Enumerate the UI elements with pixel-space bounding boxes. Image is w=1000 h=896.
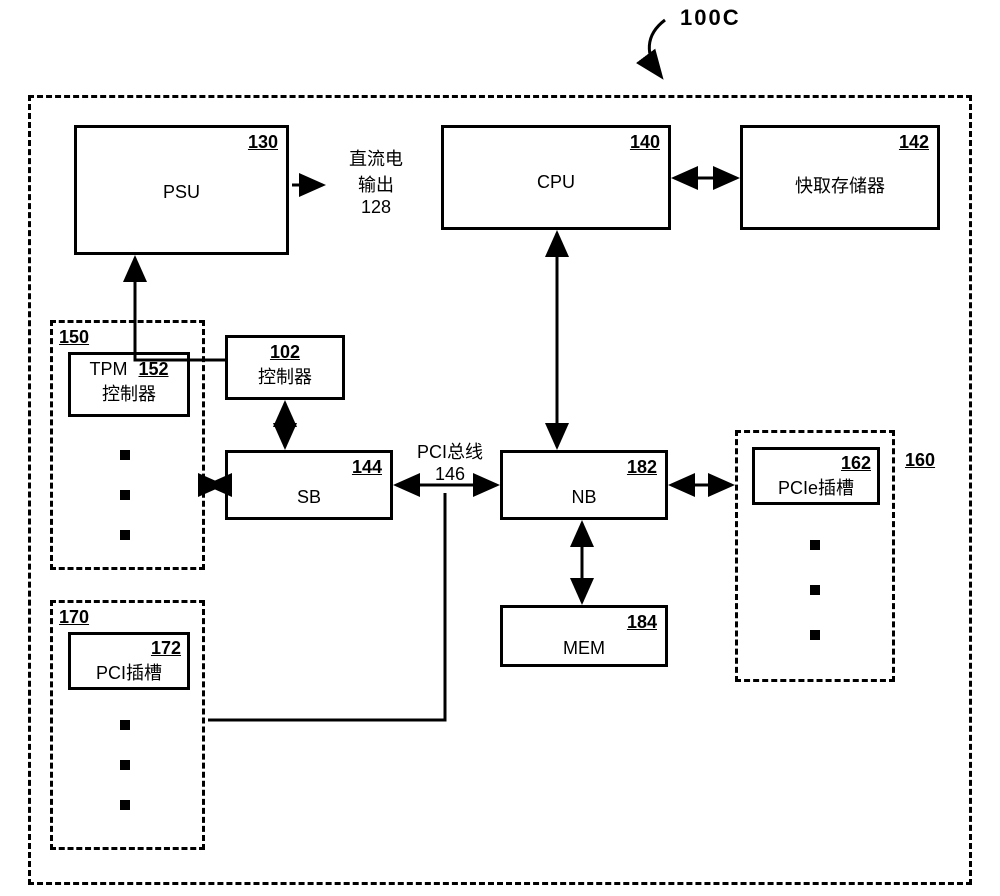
ellipsis-dot	[120, 760, 130, 770]
cpu-ref: 140	[630, 132, 660, 153]
block-tpm: TPM 152 控制器	[68, 352, 190, 417]
dc-output-line1: 直流电	[326, 145, 426, 171]
controller-ref: 102	[228, 342, 342, 363]
ellipsis-dot	[120, 490, 130, 500]
ellipsis-dot	[120, 720, 130, 730]
pci-slot-label: PCI插槽	[71, 659, 187, 685]
tpm-label: TPM	[89, 359, 127, 379]
ellipsis-dot	[120, 450, 130, 460]
pci-bus-label-group: PCI总线 146	[400, 438, 500, 485]
block-psu: 130 PSU	[74, 125, 289, 255]
block-pcie-slot: 162 PCIe插槽	[752, 447, 880, 505]
pcie-group-ref: 160	[905, 450, 935, 471]
ellipsis-dot	[120, 800, 130, 810]
ellipsis-dot	[810, 540, 820, 550]
cpu-label: CPU	[444, 172, 668, 193]
tpm-group-ref: 150	[59, 327, 89, 348]
controller-label: 控制器	[228, 363, 342, 389]
block-cache: 142 快取存储器	[740, 125, 940, 230]
block-controller: 102 控制器	[225, 335, 345, 400]
tpm-sublabel: 控制器	[71, 380, 187, 406]
block-cpu: 140 CPU	[441, 125, 671, 230]
psu-ref: 130	[248, 132, 278, 153]
pci-slot-ref: 172	[71, 638, 181, 659]
figure-ref: 100C	[680, 5, 741, 31]
block-pci-slot: 172 PCI插槽	[68, 632, 190, 690]
pcie-slot-ref: 162	[755, 453, 871, 474]
cache-ref: 142	[899, 132, 929, 153]
ellipsis-dot	[810, 630, 820, 640]
dc-output-ref: 128	[326, 197, 426, 218]
dc-output-label: 直流电 输出 128	[326, 145, 426, 218]
pci-bus-label: PCI总线	[400, 438, 500, 464]
psu-label: PSU	[77, 182, 286, 203]
diagram-canvas: 100C 130 PSU 直流电 输出 128 140 CPU 142 快取存储…	[0, 0, 1000, 896]
mem-ref: 184	[627, 612, 657, 633]
block-mem: 184 MEM	[500, 605, 668, 667]
block-nb: 182 NB	[500, 450, 668, 520]
pci-group-ref: 170	[59, 607, 89, 628]
nb-label: NB	[503, 487, 665, 508]
sb-ref: 144	[352, 457, 382, 478]
dc-output-line2: 输出	[326, 171, 426, 197]
tpm-ref: 152	[138, 359, 168, 379]
mem-label: MEM	[503, 638, 665, 659]
nb-ref: 182	[627, 457, 657, 478]
ellipsis-dot	[120, 530, 130, 540]
pci-bus-ref: 146	[400, 464, 500, 485]
cache-label: 快取存储器	[743, 172, 937, 198]
block-sb: 144 SB	[225, 450, 393, 520]
ellipsis-dot	[810, 585, 820, 595]
pcie-slot-label: PCIe插槽	[755, 474, 877, 500]
sb-label: SB	[228, 487, 390, 508]
